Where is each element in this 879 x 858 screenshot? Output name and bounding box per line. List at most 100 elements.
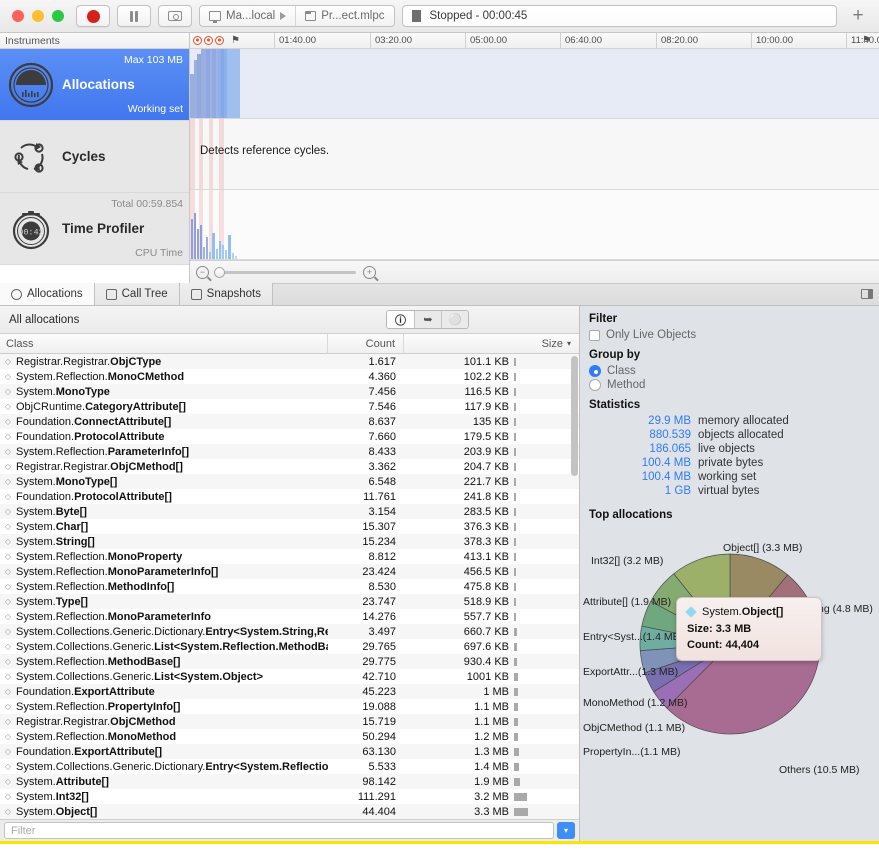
disclosure-diamond-icon[interactable]: ◇ bbox=[0, 612, 16, 621]
disclosure-diamond-icon[interactable]: ◇ bbox=[0, 582, 16, 591]
track-allocations[interactable] bbox=[190, 49, 879, 120]
disclosure-diamond-icon[interactable]: ◇ bbox=[0, 552, 16, 561]
zoom-window-button[interactable] bbox=[52, 10, 64, 22]
table-row[interactable]: ◇System.Collections.Generic.Dictionary.E… bbox=[0, 624, 579, 639]
add-instrument-button[interactable]: + bbox=[845, 5, 871, 27]
close-window-button[interactable] bbox=[12, 10, 24, 22]
disclosure-diamond-icon[interactable]: ◇ bbox=[0, 372, 16, 381]
only-live-objects-checkbox[interactable] bbox=[589, 330, 600, 341]
disclosure-diamond-icon[interactable]: ◇ bbox=[0, 492, 16, 501]
table-row[interactable]: ◇Registrar.Registrar.ObjCMethod15.7191.1… bbox=[0, 714, 579, 729]
disclosure-diamond-icon[interactable]: ◇ bbox=[0, 717, 16, 726]
timeline-ruler[interactable]: ● ● ● ⚑ ⚑ 01:40.00 03:20.00 05:00.00 06:… bbox=[190, 33, 879, 49]
disclosure-diamond-icon[interactable]: ◇ bbox=[0, 462, 16, 471]
disclosure-diamond-icon[interactable]: ◇ bbox=[0, 657, 16, 666]
pause-button[interactable] bbox=[117, 5, 151, 27]
table-row[interactable]: ◇System.Collections.Generic.List<System.… bbox=[0, 639, 579, 654]
disclosure-diamond-icon[interactable]: ◇ bbox=[0, 732, 16, 741]
table-row[interactable]: ◇System.Reflection.PropertyInfo[]19.0881… bbox=[0, 699, 579, 714]
top-allocations-chart[interactable]: Object[] (3.3 MB) Int32[] (3.2 MB) Attri… bbox=[580, 524, 879, 841]
minimize-window-button[interactable] bbox=[32, 10, 44, 22]
package-icon[interactable]: ⚪ bbox=[441, 311, 468, 328]
group-by-method-radio[interactable] bbox=[589, 379, 601, 391]
group-by-class-radio[interactable] bbox=[589, 365, 601, 377]
filter-dropdown-button[interactable]: ▾ bbox=[557, 822, 575, 839]
table-row[interactable]: ◇System.Object[]44.4043.3 MB bbox=[0, 804, 579, 819]
toggle-inspector-icon[interactable] bbox=[861, 289, 873, 299]
zoom-slider[interactable] bbox=[216, 271, 356, 274]
tab-snapshots[interactable]: Snapshots bbox=[180, 283, 273, 305]
tab-allocations[interactable]: Allocations bbox=[0, 283, 95, 305]
disclosure-diamond-icon[interactable]: ◇ bbox=[0, 402, 16, 411]
allocations-table[interactable]: ◇Registrar.Registrar.ObjCType1.617101.1 … bbox=[0, 354, 579, 819]
disclosure-diamond-icon[interactable]: ◇ bbox=[0, 447, 16, 456]
table-row[interactable]: ◇System.Reflection.MonoCMethod4.360102.2… bbox=[0, 369, 579, 384]
disclosure-diamond-icon[interactable]: ◇ bbox=[0, 792, 16, 801]
instrument-row-time-profiler[interactable]: 00:42 Time Profiler Total 00:59.854 CPU … bbox=[0, 193, 189, 265]
snapshot-button[interactable] bbox=[158, 5, 192, 27]
disclosure-diamond-icon[interactable]: ◇ bbox=[0, 687, 16, 696]
zoom-slider-knob[interactable] bbox=[214, 267, 225, 278]
zoom-out-icon[interactable]: − bbox=[196, 266, 209, 279]
document-segment[interactable]: Pr...ect.mlpc bbox=[295, 6, 393, 26]
disclosure-diamond-icon[interactable]: ◇ bbox=[0, 807, 16, 816]
tab-call-tree[interactable]: Call Tree bbox=[95, 283, 180, 305]
table-row[interactable]: ◇System.Reflection.ParameterInfo[]8.4332… bbox=[0, 444, 579, 459]
group-by-class-row[interactable]: Class bbox=[580, 364, 879, 378]
table-row[interactable]: ◇Foundation.ConnectAttribute[]8.637135 K… bbox=[0, 414, 579, 429]
disclosure-diamond-icon[interactable]: ◇ bbox=[0, 627, 16, 636]
table-row[interactable]: ◇Registrar.Registrar.ObjCType1.617101.1 … bbox=[0, 354, 579, 369]
disclosure-diamond-icon[interactable]: ◇ bbox=[0, 522, 16, 531]
table-row[interactable]: ◇System.Int32[]111.2913.2 MB bbox=[0, 789, 579, 804]
track-cycles[interactable]: Detects reference cycles. bbox=[190, 119, 879, 190]
table-row[interactable]: ◇System.Reflection.MonoParameterInfo14.2… bbox=[0, 609, 579, 624]
instrument-row-allocations[interactable]: Allocations Max 103 MB Working set bbox=[0, 49, 189, 121]
instrument-row-cycles[interactable]: Cycles bbox=[0, 121, 189, 193]
column-header-count[interactable]: Count bbox=[328, 334, 404, 354]
disclosure-diamond-icon[interactable]: ◇ bbox=[0, 417, 16, 426]
disclosure-diamond-icon[interactable]: ◇ bbox=[0, 567, 16, 576]
table-row[interactable]: ◇System.Byte[]3.154283.5 KB bbox=[0, 504, 579, 519]
table-row[interactable]: ◇Foundation.ProtocolAttribute7.660179.5 … bbox=[0, 429, 579, 444]
disclosure-diamond-icon[interactable]: ◇ bbox=[0, 672, 16, 681]
table-row[interactable]: ◇System.Attribute[]98.1421.9 MB bbox=[0, 774, 579, 789]
info-icon[interactable]: ⓘ bbox=[387, 311, 414, 328]
table-row[interactable]: ◇Foundation.ExportAttribute[]63.1301.3 M… bbox=[0, 744, 579, 759]
table-row[interactable]: ◇System.MonoType7.456116.5 KB bbox=[0, 384, 579, 399]
disclosure-diamond-icon[interactable]: ◇ bbox=[0, 642, 16, 651]
timeline-zoom-bar[interactable]: − + bbox=[190, 260, 879, 283]
column-header-class[interactable]: Class bbox=[0, 334, 328, 354]
table-row[interactable]: ◇System.Type[]23.747518.9 KB bbox=[0, 594, 579, 609]
table-row[interactable]: ◇System.Reflection.MethodBase[]29.775930… bbox=[0, 654, 579, 669]
table-row[interactable]: ◇System.MonoType[]6.548221.7 KB bbox=[0, 474, 579, 489]
table-row[interactable]: ◇Foundation.ProtocolAttribute[]11.761241… bbox=[0, 489, 579, 504]
disclosure-diamond-icon[interactable]: ◇ bbox=[0, 597, 16, 606]
table-row[interactable]: ◇Registrar.Registrar.ObjCMethod[]3.36220… bbox=[0, 459, 579, 474]
record-button[interactable] bbox=[76, 5, 110, 27]
disclosure-diamond-icon[interactable]: ◇ bbox=[0, 357, 16, 366]
target-selector[interactable]: Ma...local Pr...ect.mlpc bbox=[199, 5, 395, 27]
filter-input[interactable]: Filter bbox=[4, 822, 554, 839]
table-row[interactable]: ◇System.Collections.Generic.List<System.… bbox=[0, 669, 579, 684]
table-row[interactable]: ◇System.Reflection.MonoParameterInfo[]23… bbox=[0, 564, 579, 579]
disclosure-diamond-icon[interactable]: ◇ bbox=[0, 747, 16, 756]
table-row[interactable]: ◇ObjCRuntime.CategoryAttribute[]7.546117… bbox=[0, 399, 579, 414]
table-row[interactable]: ◇System.Reflection.MethodInfo[]8.530475.… bbox=[0, 579, 579, 594]
status-field[interactable]: Stopped - 00:00:45 bbox=[402, 5, 838, 27]
disclosure-diamond-icon[interactable]: ◇ bbox=[0, 777, 16, 786]
disclosure-diamond-icon[interactable]: ◇ bbox=[0, 477, 16, 486]
table-row[interactable]: ◇System.Char[]15.307376.3 KB bbox=[0, 519, 579, 534]
disclosure-diamond-icon[interactable]: ◇ bbox=[0, 507, 16, 516]
table-row[interactable]: ◇System.Reflection.MonoMethod50.2941.2 M… bbox=[0, 729, 579, 744]
table-row[interactable]: ◇System.Reflection.MonoProperty8.812413.… bbox=[0, 549, 579, 564]
arrow-right-icon[interactable]: ➥ bbox=[414, 311, 441, 328]
track-time-profiler[interactable] bbox=[190, 190, 879, 261]
group-by-method-row[interactable]: Method bbox=[580, 378, 879, 392]
disclosure-diamond-icon[interactable]: ◇ bbox=[0, 762, 16, 771]
disclosure-diamond-icon[interactable]: ◇ bbox=[0, 537, 16, 546]
column-header-size[interactable]: Size ▾ bbox=[404, 334, 579, 354]
disclosure-diamond-icon[interactable]: ◇ bbox=[0, 702, 16, 711]
zoom-in-icon[interactable]: + bbox=[363, 266, 376, 279]
table-row[interactable]: ◇System.Collections.Generic.Dictionary.E… bbox=[0, 759, 579, 774]
disclosure-diamond-icon[interactable]: ◇ bbox=[0, 432, 16, 441]
